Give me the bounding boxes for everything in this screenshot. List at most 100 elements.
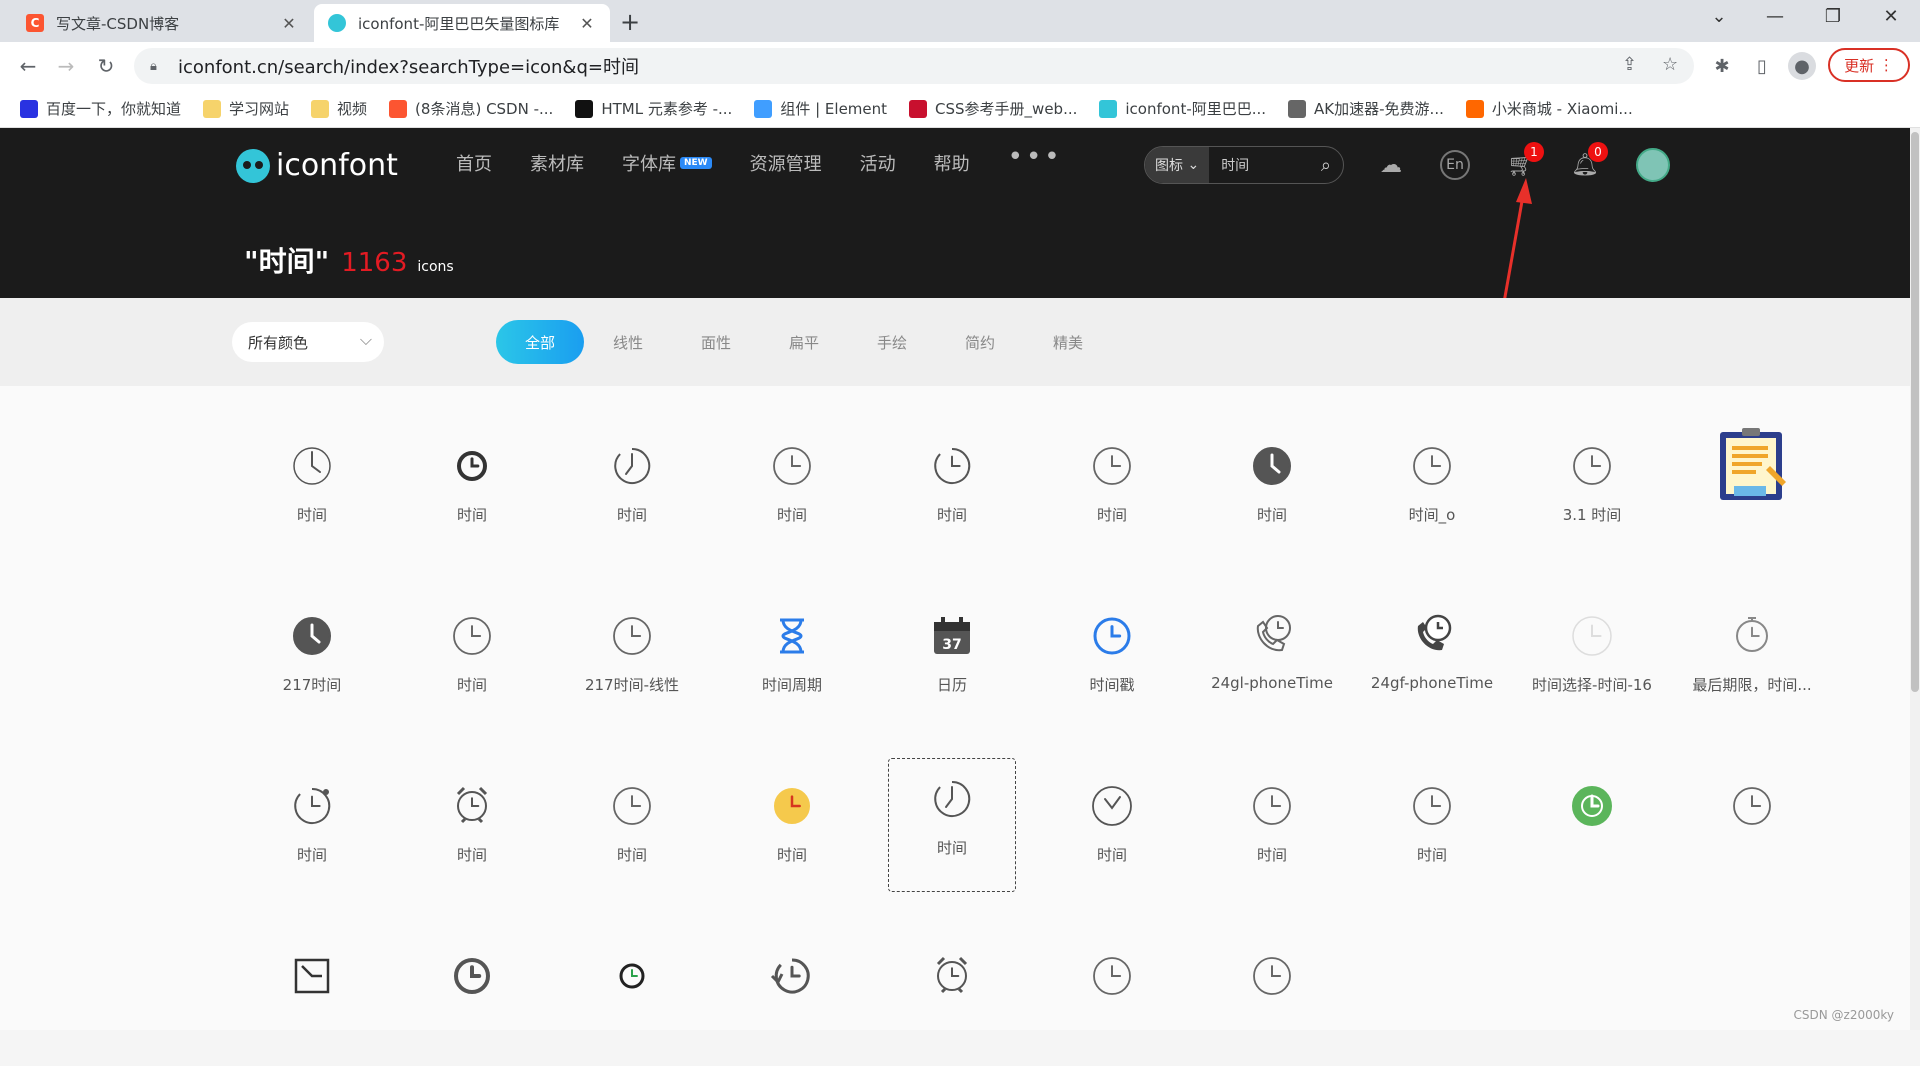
new-tab-icon[interactable]: +: [620, 8, 640, 36]
clock-thin-icon: [1248, 782, 1296, 830]
icon-card[interactable]: 时间: [232, 766, 392, 896]
style-tab[interactable]: 扁平: [760, 320, 848, 364]
bookmark-star-icon[interactable]: ☆: [1662, 54, 1678, 75]
forward-icon[interactable]: →: [50, 50, 82, 82]
close-window-icon[interactable]: ✕: [1868, 6, 1914, 27]
icon-card[interactable]: 217时间: [232, 596, 392, 726]
cart-icon[interactable]: 🛒︎ 1: [1504, 142, 1544, 182]
icon-card[interactable]: 时间: [888, 758, 1016, 892]
profile-icon[interactable]: ●: [1788, 52, 1816, 80]
icon-card[interactable]: [232, 936, 392, 1066]
icon-card[interactable]: 24gl-phoneTime: [1192, 596, 1352, 726]
search-icon[interactable]: ⌕: [1321, 155, 1331, 176]
upload-icon[interactable]: ☁: [1374, 148, 1408, 182]
bookmark-item[interactable]: HTML 元素参考 -...: [575, 98, 732, 119]
icon-card[interactable]: 时间: [712, 426, 872, 556]
bookmark-item[interactable]: (8条消息) CSDN -...: [389, 98, 553, 119]
style-tab[interactable]: 精美: [1024, 320, 1112, 364]
reload-icon[interactable]: ↻: [90, 50, 122, 82]
tab-close-icon[interactable]: ✕: [578, 14, 596, 33]
side-panel-icon[interactable]: ▯: [1748, 52, 1776, 80]
nav-materials[interactable]: 素材库: [530, 150, 584, 176]
nav-fonts[interactable]: 字体库 NEW: [622, 150, 712, 176]
icon-card[interactable]: 时间: [552, 766, 712, 896]
clock-refresh-icon: [288, 782, 336, 830]
color-select[interactable]: 所有颜色 ⌵: [232, 322, 384, 362]
iconfont-logo[interactable]: iconfont: [236, 148, 398, 183]
icon-label: 时间: [1096, 506, 1127, 524]
page-scrollbar[interactable]: [1910, 128, 1920, 1030]
icon-card[interactable]: 3.1 时间: [1512, 426, 1672, 556]
scrollbar-thumb[interactable]: [1911, 132, 1919, 692]
icon-card[interactable]: 时间: [1352, 766, 1512, 896]
style-tab[interactable]: 全部: [496, 320, 584, 364]
icon-card[interactable]: [392, 936, 552, 1066]
style-tab[interactable]: 简约: [936, 320, 1024, 364]
search-type-label: 图标: [1155, 158, 1183, 174]
icon-card[interactable]: 时间: [1192, 426, 1352, 556]
clock-yellow-icon: [768, 782, 816, 830]
search-input[interactable]: 时间: [1221, 155, 1321, 175]
icon-card[interactable]: 时间: [872, 426, 1032, 556]
icon-card[interactable]: 时间: [392, 596, 552, 726]
icon-card[interactable]: 时间: [552, 426, 712, 556]
icon-card[interactable]: 时间: [392, 766, 552, 896]
icon-card[interactable]: 时间: [232, 426, 392, 556]
style-tab[interactable]: 线性: [584, 320, 672, 364]
icon-card[interactable]: 时间: [392, 426, 552, 556]
icon-card[interactable]: 37 日历: [872, 596, 1032, 726]
nav-resources[interactable]: 资源管理: [750, 150, 822, 176]
icon-card[interactable]: 时间选择-时间-16: [1512, 596, 1672, 726]
icon-card[interactable]: 时间: [1192, 766, 1352, 896]
icon-card[interactable]: 217时间-线性: [552, 596, 712, 726]
bookmark-item[interactable]: AK加速器-免费游...: [1288, 98, 1444, 119]
clock-open-icon: [608, 442, 656, 490]
nav-home[interactable]: 首页: [456, 150, 492, 176]
icon-card[interactable]: [552, 936, 712, 1066]
bookmark-item[interactable]: CSS参考手册_web...: [909, 98, 1077, 119]
language-toggle[interactable]: En: [1440, 150, 1470, 180]
icon-card[interactable]: [1512, 766, 1672, 896]
icon-card[interactable]: 时间戳: [1032, 596, 1192, 726]
bookmark-item[interactable]: 组件 | Element: [754, 98, 887, 119]
tab-csdn[interactable]: C 写文章-CSDN博客 ✕: [12, 4, 312, 42]
back-icon[interactable]: ←: [12, 50, 44, 82]
more-icon[interactable]: •••: [1008, 142, 1063, 176]
icon-label: 最后期限，时间...: [1692, 676, 1812, 694]
update-button[interactable]: 更新 ⋮: [1828, 48, 1910, 82]
style-tab[interactable]: 面性: [672, 320, 760, 364]
icon-card[interactable]: 时间_o: [1352, 426, 1512, 556]
csdn-icon: [389, 99, 408, 118]
notification-bell-icon[interactable]: 🔔︎ 0: [1568, 142, 1608, 182]
icon-card[interactable]: [712, 936, 872, 1066]
nav-help[interactable]: 帮助: [934, 150, 970, 176]
icon-card[interactable]: [1192, 936, 1352, 1066]
bookmark-item[interactable]: 小米商城 - Xiaomi...: [1465, 98, 1633, 119]
url-input[interactable]: 🔒︎ iconfont.cn/search/index?searchType=i…: [134, 48, 1694, 84]
tab-iconfont[interactable]: iconfont-阿里巴巴矢量图标库 ✕: [314, 4, 610, 42]
icon-card[interactable]: [1032, 936, 1192, 1066]
nav-activity[interactable]: 活动: [860, 150, 896, 176]
icon-card[interactable]: [872, 936, 1032, 1066]
icon-card[interactable]: 时间: [1032, 766, 1192, 896]
icon-card[interactable]: [1672, 766, 1832, 896]
bookmark-item[interactable]: 百度一下，你就知道: [20, 98, 181, 119]
icon-card[interactable]: 24gf-phoneTime: [1352, 596, 1512, 726]
bookmark-item[interactable]: 学习网站: [203, 98, 289, 119]
bookmark-item[interactable]: 视频: [311, 98, 367, 119]
tab-close-icon[interactable]: ✕: [280, 14, 298, 33]
search-type-select[interactable]: 图标 ⌄: [1145, 147, 1210, 183]
icon-card[interactable]: [1672, 426, 1832, 556]
icon-card[interactable]: 时间: [712, 766, 872, 896]
restore-icon[interactable]: ❐: [1810, 6, 1856, 27]
avatar[interactable]: [1636, 148, 1670, 182]
minimize-icon[interactable]: —: [1752, 6, 1798, 27]
icon-card[interactable]: 时间: [1032, 426, 1192, 556]
share-icon[interactable]: ⇪: [1622, 54, 1637, 75]
icon-card[interactable]: 时间周期: [712, 596, 872, 726]
extensions-icon[interactable]: ✱: [1708, 52, 1736, 80]
icon-card[interactable]: 最后期限，时间...: [1672, 596, 1832, 726]
style-tab[interactable]: 手绘: [848, 320, 936, 364]
bookmark-item[interactable]: iconfont-阿里巴巴...: [1099, 98, 1266, 119]
tab-search-chevron-icon[interactable]: ⌄: [1696, 6, 1742, 27]
